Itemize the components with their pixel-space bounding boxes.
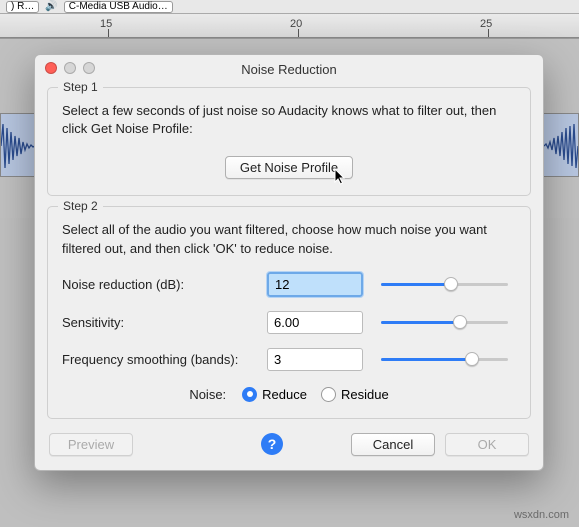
get-noise-profile-button[interactable]: Get Noise Profile (225, 156, 353, 179)
noise-reduction-label: Noise reduction (dB): (62, 277, 257, 292)
dialog-titlebar[interactable]: Noise Reduction (35, 55, 543, 83)
cancel-button[interactable]: Cancel (351, 433, 435, 456)
sensitivity-label: Sensitivity: (62, 315, 257, 330)
sensitivity-input[interactable] (267, 311, 363, 334)
radio-reduce[interactable]: Reduce (242, 387, 307, 402)
step1-group: Step 1 Select a few seconds of just nois… (47, 87, 531, 196)
step2-text: Select all of the audio you want filtere… (62, 221, 516, 257)
radio-checked-icon (242, 387, 257, 402)
help-button[interactable]: ? (261, 433, 283, 455)
ruler-label: 15 (100, 18, 112, 30)
ruler-label: 20 (290, 18, 302, 30)
noise-reduction-slider[interactable] (381, 276, 508, 292)
step1-text: Select a few seconds of just noise so Au… (62, 102, 516, 138)
radio-residue-label: Residue (341, 387, 389, 402)
frequency-smoothing-slider[interactable] (381, 351, 508, 367)
ok-button[interactable]: OK (445, 433, 529, 456)
preview-button[interactable]: Preview (49, 433, 133, 456)
close-icon[interactable] (45, 62, 57, 74)
sensitivity-slider[interactable] (381, 314, 508, 330)
speaker-icon: 🔊 (45, 1, 57, 12)
dialog-title: Noise Reduction (241, 62, 336, 77)
noise-mode-label: Noise: (189, 387, 226, 402)
noise-reduction-input[interactable] (267, 272, 363, 297)
audio-device-dropdown[interactable]: C-Media USB Audio… (64, 1, 173, 13)
device-dropdown-left[interactable]: ) R… (6, 1, 39, 13)
noise-reduction-dialog: Noise Reduction Step 1 Select a few seco… (34, 54, 544, 471)
ruler-label: 25 (480, 18, 492, 30)
minimize-icon (64, 62, 76, 74)
radio-unchecked-icon (321, 387, 336, 402)
waveform-icon (544, 114, 578, 178)
step2-legend: Step 2 (58, 199, 103, 213)
radio-residue[interactable]: Residue (321, 387, 389, 402)
step2-group: Step 2 Select all of the audio you want … (47, 206, 531, 418)
watermark: wsxdn.com (514, 509, 569, 521)
zoom-icon (83, 62, 95, 74)
frequency-smoothing-input[interactable] (267, 348, 363, 371)
radio-reduce-label: Reduce (262, 387, 307, 402)
timeline-ruler[interactable]: 15 20 25 (0, 14, 579, 38)
step1-legend: Step 1 (58, 80, 103, 94)
app-toolbar: ) R… 🔊 C-Media USB Audio… (0, 0, 579, 14)
frequency-smoothing-label: Frequency smoothing (bands): (62, 352, 257, 367)
waveform-icon (1, 114, 35, 178)
